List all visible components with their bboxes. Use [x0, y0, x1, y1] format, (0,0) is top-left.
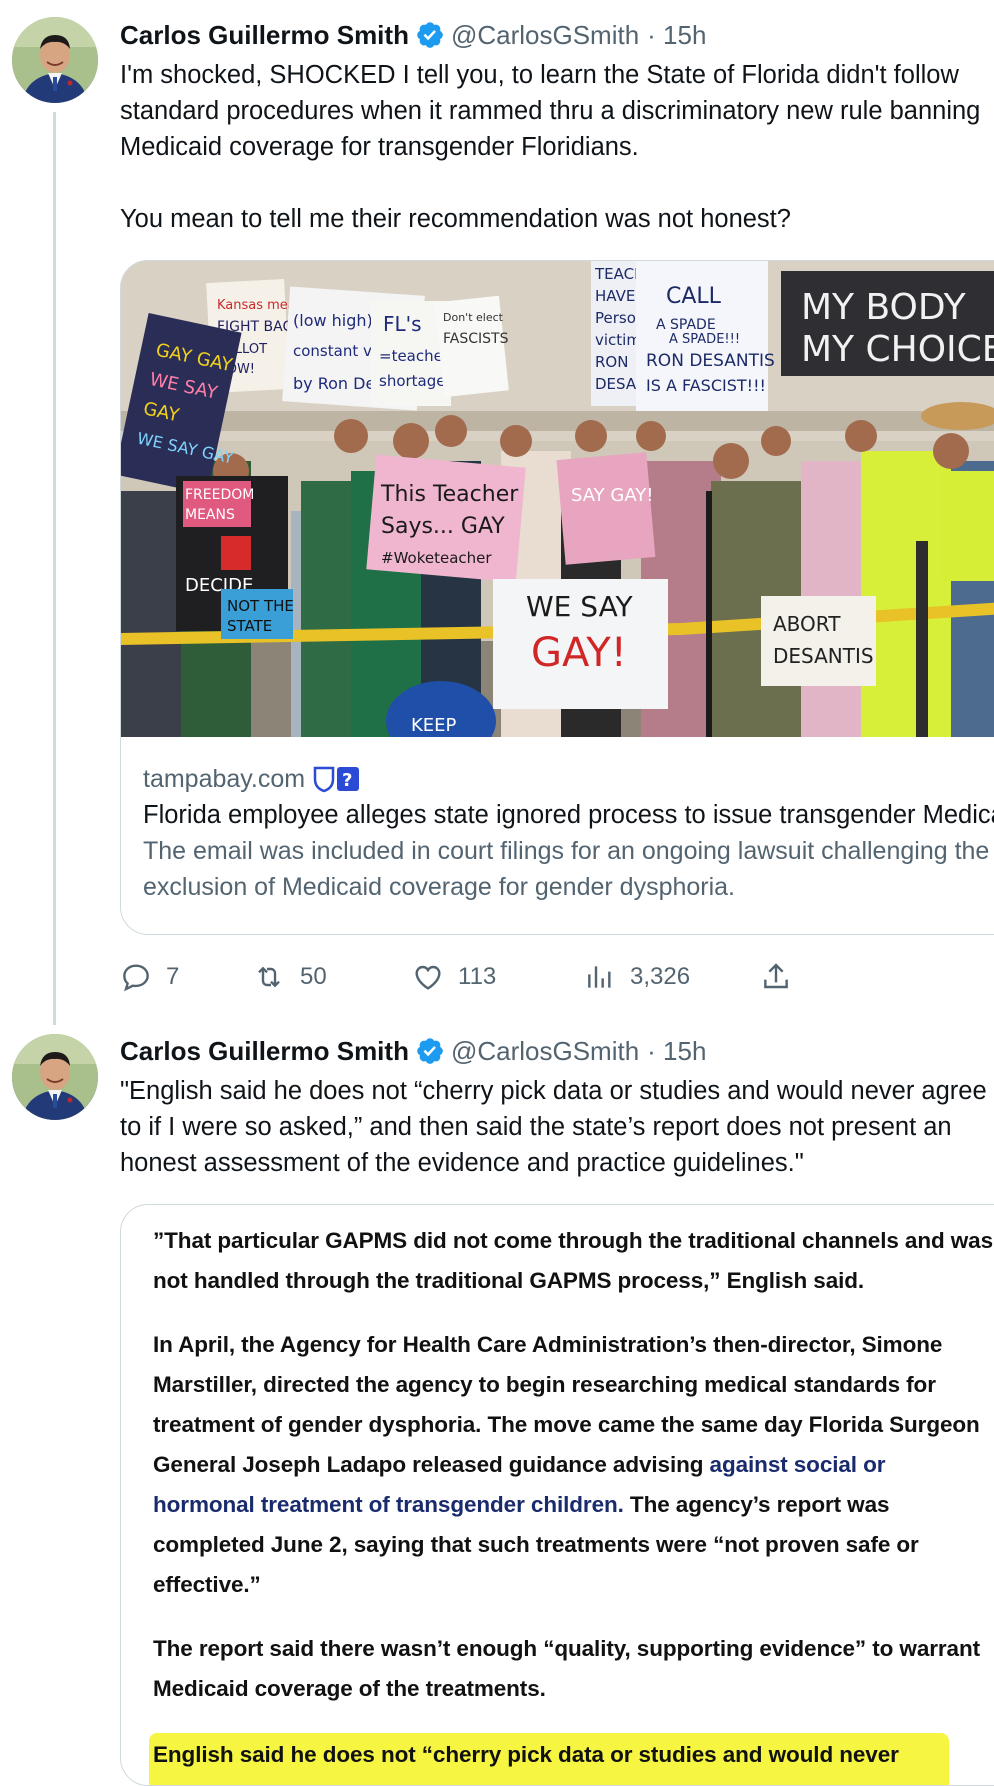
- retweet-count: 50: [300, 963, 327, 990]
- sign-spade: CALL A SPADE A SPADE!!! RON DESANTIS IS …: [636, 261, 775, 411]
- svg-text:ABORT: ABORT: [773, 612, 841, 636]
- protest-photo-icon: Kansas means FIGHT BACK! BALLOT NOW! (lo…: [121, 261, 994, 737]
- svg-text:victim: victim: [595, 331, 641, 349]
- svg-text:FASCISTS: FASCISTS: [443, 331, 509, 347]
- svg-text:GAY!: GAY!: [531, 630, 627, 676]
- card-title: Florida employee alleges state ignored p…: [143, 801, 994, 829]
- tweet-timestamp[interactable]: · 15h: [647, 1036, 706, 1067]
- reply-icon: [123, 964, 149, 992]
- svg-text:RON DESANTIS: RON DESANTIS: [646, 351, 775, 371]
- verified-badge-icon: [417, 1038, 443, 1064]
- tweet-text: "English said he does not “cherry pick d…: [120, 1077, 994, 1177]
- retweet-button[interactable]: 50: [252, 955, 327, 999]
- card-image: Kansas means FIGHT BACK! BALLOT NOW! (lo…: [121, 261, 994, 737]
- svg-text:IS A FASCIST!!!: IS A FASCIST!!!: [646, 376, 766, 395]
- card-description: The email was included in court filings …: [143, 837, 990, 901]
- svg-text:A SPADE!!!: A SPADE!!!: [669, 332, 740, 347]
- svg-text:HAVE: HAVE: [595, 287, 635, 305]
- card-domain: tampabay.com ?: [143, 761, 994, 797]
- svg-text:MY CHOICE: MY CHOICE: [801, 329, 994, 370]
- author-name[interactable]: Carlos Guillermo Smith: [120, 20, 409, 51]
- tweet-text: I'm shocked, SHOCKED I tell you, to lear…: [120, 61, 981, 233]
- tweet-header: Carlos Guillermo Smith @CarlosGSmith · 1…: [120, 1031, 706, 1071]
- sign-wesay: WE SAY GAY!: [493, 579, 668, 709]
- share-button[interactable]: [760, 955, 806, 999]
- shield-question-icon: ?: [313, 766, 360, 793]
- like-button[interactable]: 113: [412, 955, 496, 999]
- card-meta: tampabay.com ? Florida employee alleges …: [143, 761, 994, 905]
- svg-text:FL's: FL's: [383, 312, 422, 336]
- svg-text:This Teacher: This Teacher: [380, 482, 519, 507]
- thread-connector-line: [53, 112, 56, 1025]
- author-handle[interactable]: @CarlosGSmith: [451, 20, 639, 51]
- tweet-actions: 7 50 113 3,326: [120, 955, 980, 999]
- svg-text:SAY GAY!: SAY GAY!: [571, 485, 653, 506]
- avatar[interactable]: [12, 1034, 98, 1120]
- tweet-timestamp[interactable]: · 15h: [647, 20, 706, 51]
- svg-text:CALL: CALL: [666, 284, 722, 309]
- share-icon: [764, 963, 788, 989]
- svg-text:MY BODY: MY BODY: [801, 287, 967, 328]
- svg-text:NOT THE: NOT THE: [227, 597, 294, 615]
- svg-text:RON: RON: [595, 353, 628, 371]
- avatar-photo-icon: [12, 1034, 98, 1120]
- svg-text:Says... GAY: Says... GAY: [381, 514, 505, 539]
- like-count: 113: [458, 963, 497, 990]
- svg-text:?: ?: [342, 770, 352, 791]
- tweet-header: Carlos Guillermo Smith @CarlosGSmith · 1…: [120, 15, 706, 55]
- reply-count: 7: [166, 963, 180, 990]
- views-chart-icon: [588, 966, 611, 988]
- svg-text:A SPADE: A SPADE: [656, 317, 716, 333]
- svg-text:KEEP: KEEP: [411, 715, 457, 736]
- svg-text:STATE: STATE: [227, 617, 272, 635]
- author-name[interactable]: Carlos Guillermo Smith: [120, 1036, 409, 1067]
- link-preview-card[interactable]: Kansas means FIGHT BACK! BALLOT NOW! (lo…: [120, 260, 994, 935]
- article-screenshot-image[interactable]: ”That particular GAPMS did not come thro…: [120, 1204, 994, 1786]
- author-handle[interactable]: @CarlosGSmith: [451, 1036, 639, 1067]
- sign-pink-right: SAY GAY!: [556, 452, 656, 565]
- svg-text:Don't elect: Don't elect: [443, 311, 504, 324]
- quote-paragraph-4: English said he does not “cherry pick da…: [153, 1742, 899, 1767]
- retweet-icon: [258, 966, 280, 988]
- quote-paragraph-2: In April, the Agency for Health Care Adm…: [153, 1332, 980, 1597]
- avatar[interactable]: [12, 17, 98, 103]
- svg-text:MEANS: MEANS: [185, 507, 235, 523]
- reply-button[interactable]: 7: [120, 955, 179, 999]
- sign-abort: ABORT DESANTIS: [761, 596, 876, 686]
- view-count: 3,326: [630, 963, 691, 990]
- sign-dont-elect: Don't elect FASCISTS: [434, 295, 509, 398]
- svg-text:shortage: shortage: [379, 372, 446, 390]
- sign-notstate: NOT THE STATE: [221, 589, 294, 639]
- quote-paragraph-1: ”That particular GAPMS did not come thro…: [153, 1228, 993, 1293]
- avatar-photo-icon: [12, 17, 98, 103]
- heart-icon: [415, 965, 441, 990]
- svg-text:FREEDOM: FREEDOM: [185, 487, 254, 503]
- svg-text:WE SAY: WE SAY: [526, 590, 634, 623]
- quote-paragraph-3: The report said there wasn’t enough “qua…: [153, 1636, 980, 1701]
- svg-text:#Woketeacher: #Woketeacher: [381, 549, 492, 567]
- views-button[interactable]: 3,326: [584, 955, 690, 999]
- verified-badge-icon: [417, 22, 443, 48]
- sign-teacher: This Teacher Says... GAY #Woketeacher: [366, 454, 526, 583]
- sign-mybody: MY BODY MY CHOICE: [781, 271, 994, 376]
- svg-text:DESANTIS: DESANTIS: [773, 644, 874, 668]
